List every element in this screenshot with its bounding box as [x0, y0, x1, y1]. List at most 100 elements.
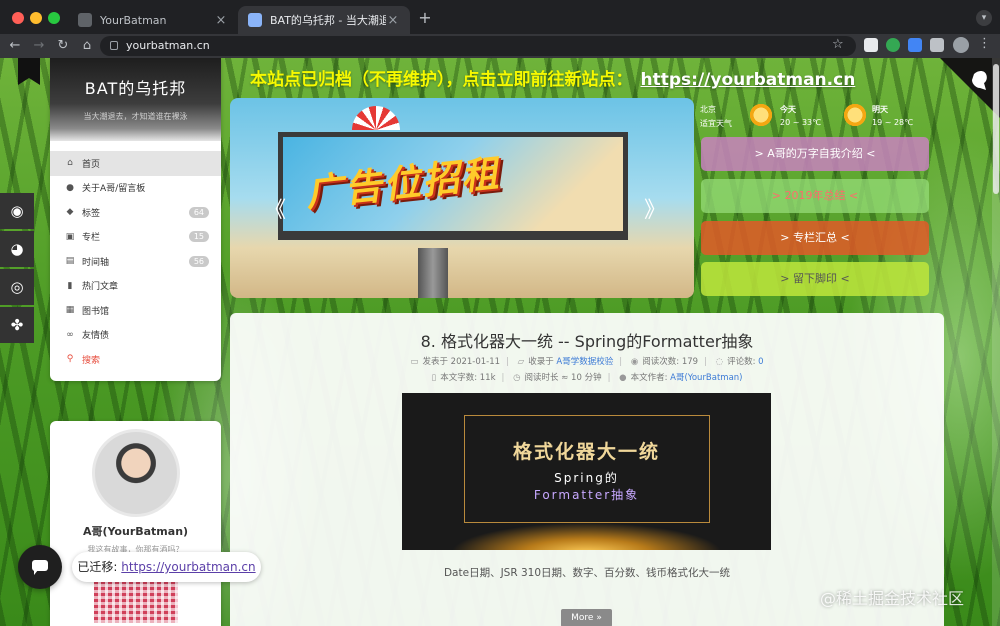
site-brand: BAT的乌托邦 当大潮退去，才知道谁在裸泳 — [50, 58, 221, 141]
close-icon[interactable]: × — [386, 13, 400, 28]
author-name: A哥(YourBatman) — [82, 525, 189, 538]
comments-count[interactable]: 0 — [758, 357, 763, 367]
author-link[interactable]: A哥(YourBatman) — [670, 373, 742, 383]
quick-link-2019-summary[interactable]: > 2019年总结 < — [701, 179, 929, 213]
sun-cloud-icon — [748, 102, 774, 128]
divider: | — [501, 373, 505, 383]
views-label: 阅读次数: — [642, 357, 680, 367]
link-icon: ∞ — [66, 329, 74, 340]
weather-today-label: 今天 — [780, 105, 796, 114]
menu-item-tags[interactable]: ◆ 标签 64 — [50, 200, 221, 225]
reload-icon[interactable]: ↻ — [54, 37, 72, 55]
views-count: 179 — [681, 357, 699, 367]
tab-bat-utopia[interactable]: BAT的乌托邦 - 当大潮退去，才知道谁在裸泳 × — [238, 6, 410, 34]
thumbnail-title: 格式化器大一统 — [512, 441, 660, 463]
menu-item-label: 关于A哥/留言板 — [82, 184, 146, 195]
menu-item-search[interactable]: ⚲ 搜索 — [50, 347, 221, 372]
calendar-icon: ▭ — [410, 357, 419, 367]
extension-icon[interactable] — [908, 38, 922, 52]
bookmark-ribbon-icon — [18, 58, 40, 85]
close-icon[interactable]: × — [214, 13, 228, 28]
close-window-button[interactable] — [12, 12, 24, 24]
user-icon: ● — [619, 373, 627, 383]
wechat-icon[interactable]: ◉ — [0, 193, 34, 229]
minimize-window-button[interactable] — [30, 12, 42, 24]
billboard-pole — [418, 248, 448, 298]
clock-icon: ◷ — [513, 373, 521, 383]
banner-slider[interactable]: 广告位招租 《 》 — [230, 98, 694, 298]
quick-link-intro[interactable]: > A哥的万字自我介绍 < — [701, 137, 929, 171]
profile-card: A哥(YourBatman) 我这有故事，你那有酒吗？ — [50, 421, 221, 626]
migrate-label: 已迁移: — [77, 560, 118, 574]
qq-icon[interactable]: ◕ — [0, 231, 34, 267]
menu-item-label: 时间轴 — [82, 257, 110, 268]
page-scrollbar[interactable] — [992, 58, 1000, 626]
category-link[interactable]: A哥学数据校验 — [556, 357, 613, 367]
back-icon[interactable]: ← — [6, 37, 24, 55]
site-title[interactable]: BAT的乌托邦 — [50, 58, 221, 99]
home-icon: ⌂ — [67, 158, 73, 169]
puzzle-icon[interactable] — [930, 38, 944, 52]
words-count: 11k — [479, 373, 496, 383]
user-icon: ● — [66, 182, 74, 193]
watermark: @稀土掘金技术社区 — [820, 589, 965, 608]
author-avatar — [91, 429, 180, 517]
post-title[interactable]: 8. 格式化器大一统 -- Spring的Formatter抽象 — [230, 328, 944, 352]
divider: | — [506, 357, 509, 367]
category-label: 收录于 — [528, 357, 554, 367]
quick-link-footprint[interactable]: > 留下脚印 < — [701, 262, 929, 296]
scrollbar-thumb[interactable] — [993, 64, 999, 194]
post-thumbnail[interactable]: 格式化器大一统 Spring的 Formatter抽象 — [402, 393, 771, 550]
tab-yourbatman[interactable]: YourBatman × — [68, 6, 238, 34]
file-icon: ▯ — [431, 373, 437, 383]
weather-tomorrow-temp: 19 ~ 28℃ — [872, 118, 914, 127]
archive-notice-text: 本站点已归档（不再维护），点击立即前往新站点： — [250, 70, 633, 90]
github-corner-icon[interactable] — [940, 58, 1000, 118]
thumbnail-subtitle: Formatter抽象 — [533, 488, 640, 502]
lock-icon — [110, 41, 118, 50]
menu-item-home[interactable]: ⌂ 首页 — [50, 151, 221, 176]
menu-item-friends[interactable]: ∞ 友情债 — [50, 323, 221, 348]
quick-link-columns[interactable]: > 专栏汇总 < — [701, 221, 929, 255]
home-icon[interactable]: ⌂ — [78, 37, 96, 55]
post-excerpt: Date日期、JSR 310日期、数字、百分数、钱币格式化大一统 — [443, 567, 731, 579]
new-tab-button[interactable]: + — [416, 9, 434, 27]
browser-chrome: YourBatman × BAT的乌托邦 - 当大潮退去，才知道谁在裸泳 × +… — [0, 0, 1000, 58]
forward-icon[interactable]: → — [30, 37, 48, 55]
menu-item-label: 热门文章 — [82, 282, 119, 293]
site-nav-card: BAT的乌托邦 当大潮退去，才知道谁在裸泳 ⌂ 首页 ● 关于A哥/留言板 ◆ … — [50, 58, 221, 381]
tab-search-icon[interactable]: ▾ — [976, 10, 992, 26]
menu-item-columns[interactable]: ▣ 专栏 15 — [50, 225, 221, 250]
search-icon: ⚲ — [66, 354, 74, 365]
folder-icon: ▱ — [517, 357, 525, 367]
star-icon[interactable]: ☆ — [832, 37, 844, 52]
read-more-button[interactable]: More » — [561, 609, 612, 626]
menu-item-label: 专栏 — [82, 233, 101, 244]
weather-tomorrow-label: 明天 — [872, 105, 888, 114]
count-badge: 15 — [188, 231, 209, 243]
menu-item-label: 首页 — [82, 159, 101, 170]
book-icon: ▦ — [65, 305, 75, 316]
chat-icon[interactable] — [18, 545, 62, 589]
words-label: 本文字数: — [440, 373, 478, 383]
menu-item-timeline[interactable]: ▤ 时间轴 56 — [50, 249, 221, 274]
address-bar[interactable]: yourbatman.cn — [100, 36, 856, 56]
column-icon: ▣ — [65, 231, 75, 242]
url-text: yourbatman.cn — [126, 39, 210, 52]
migrate-link[interactable]: https://yourbatman.cn — [121, 560, 255, 574]
slider-prev-icon[interactable]: 《 — [264, 192, 286, 224]
slider-next-icon[interactable]: 》 — [644, 192, 666, 224]
weather-widget: 北京 适宜天气 今天 20 ~ 33℃ 明天 19 ~ 28℃ — [700, 102, 936, 132]
profile-avatar-icon[interactable] — [953, 37, 969, 53]
extension-icon[interactable] — [864, 38, 878, 52]
maximize-window-button[interactable] — [48, 12, 60, 24]
menu-item-about[interactable]: ● 关于A哥/留言板 — [50, 176, 221, 201]
menu-item-label: 搜索 — [82, 355, 101, 366]
menu-item-library[interactable]: ▦ 图书馆 — [50, 298, 221, 323]
weibo-icon[interactable]: ◎ — [0, 269, 34, 305]
new-site-link[interactable]: https://yourbatman.cn — [641, 70, 856, 90]
extension-icon[interactable] — [886, 38, 900, 52]
menu-item-hot-posts[interactable]: ▮ 热门文章 — [50, 274, 221, 299]
menu-icon[interactable]: ⋮ — [978, 36, 991, 51]
paw-icon[interactable]: ✤ — [0, 307, 34, 343]
